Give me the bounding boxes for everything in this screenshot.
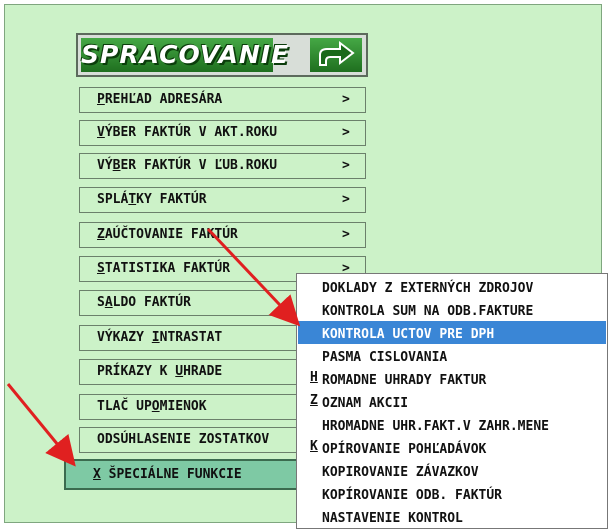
annotation-overlay bbox=[6, 227, 301, 467]
annotation-arrow-specialne bbox=[6, 383, 76, 467]
annotation-arrow-submenu bbox=[206, 227, 301, 327]
